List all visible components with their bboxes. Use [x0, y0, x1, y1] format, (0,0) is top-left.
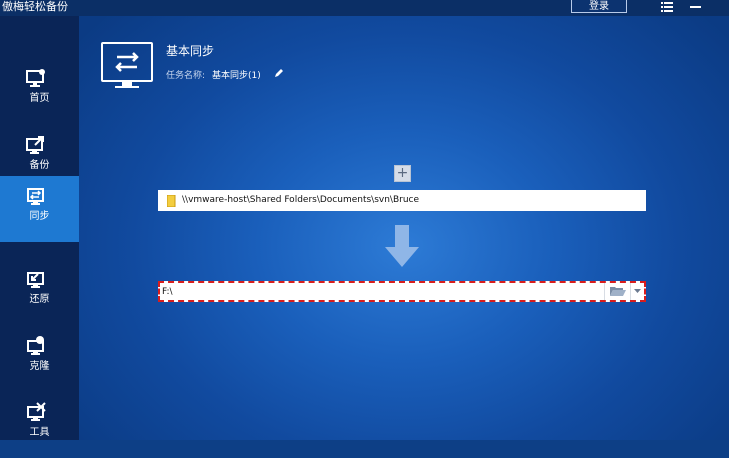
- sidebar: 首页 备份 同步 还原 克隆 工具: [0, 16, 79, 440]
- monitor-base: [115, 86, 139, 88]
- open-folder-icon: [610, 287, 626, 296]
- sidebar-item-restore[interactable]: 还原: [0, 259, 79, 325]
- source-folder-field[interactable]: \\vmware-host\Shared Folders\Documents\s…: [158, 190, 646, 211]
- browse-folder-button[interactable]: [604, 283, 630, 300]
- sidebar-item-home[interactable]: 首页: [0, 58, 79, 124]
- add-source-button[interactable]: +: [394, 165, 411, 182]
- page-title: 基本同步: [166, 44, 215, 58]
- sidebar-item-clone[interactable]: 克隆: [0, 326, 79, 392]
- destination-dropdown-button[interactable]: [630, 283, 644, 300]
- app-title: 傲梅轻松备份: [2, 0, 68, 13]
- task-name-label: 任务名称:: [166, 71, 206, 81]
- sidebar-item-sync[interactable]: 同步: [0, 176, 79, 242]
- login-button[interactable]: 登录: [571, 0, 627, 13]
- sidebar-item-label: 备份: [29, 160, 50, 171]
- tools-icon: [27, 402, 46, 421]
- sidebar-item-label: 工具: [29, 427, 50, 438]
- sidebar-item-label: 首页: [29, 93, 50, 104]
- menu-icon[interactable]: [661, 2, 673, 12]
- chevron-down-icon: [634, 289, 641, 293]
- sidebar-item-label: 还原: [29, 294, 50, 305]
- sidebar-item-tools[interactable]: 工具: [0, 392, 79, 458]
- home-monitor-icon: [26, 69, 45, 87]
- clone-icon: [27, 336, 44, 355]
- task-name-value: 基本同步(1): [212, 71, 261, 81]
- pencil-icon[interactable]: [274, 68, 284, 78]
- minimize-icon[interactable]: [690, 6, 701, 8]
- restore-icon: [27, 272, 44, 288]
- backup-export-icon: [26, 136, 44, 154]
- sidebar-item-label: 克隆: [29, 361, 50, 372]
- main-panel: 基本同步 任务名称: 基本同步(1) + \\vmware-host\Share…: [79, 16, 729, 440]
- folder-icon: [167, 195, 176, 207]
- down-arrow-icon: [385, 225, 419, 267]
- destination-path: F:\: [162, 287, 173, 297]
- sidebar-item-label: 同步: [29, 211, 50, 222]
- destination-path-input[interactable]: F:\: [158, 281, 646, 302]
- source-path: \\vmware-host\Shared Folders\Documents\s…: [182, 195, 420, 205]
- sync-icon: [27, 188, 44, 205]
- title-bar: 傲梅轻松备份 登录: [0, 0, 729, 16]
- sync-monitor-icon: [101, 42, 153, 82]
